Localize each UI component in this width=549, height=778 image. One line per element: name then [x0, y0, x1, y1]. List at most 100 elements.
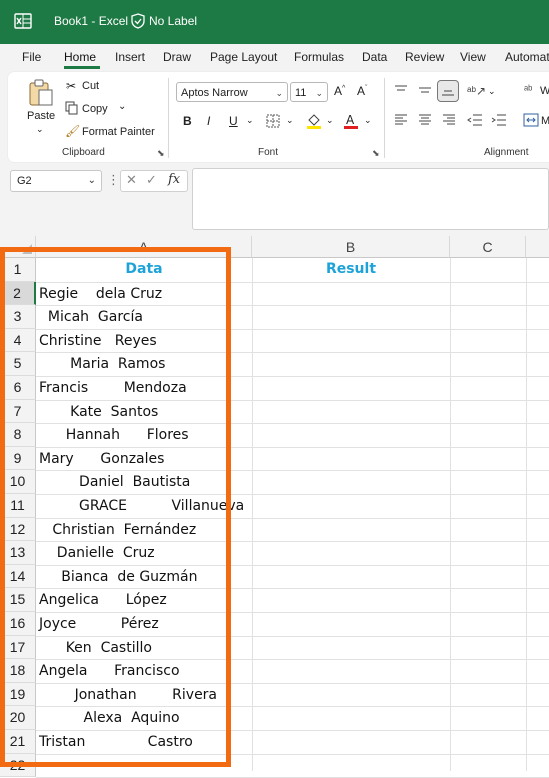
merge-center-button[interactable]: M: [541, 115, 549, 127]
align-center-icon[interactable]: [418, 114, 432, 126]
borders-icon[interactable]: [266, 114, 280, 128]
align-right-icon[interactable]: [442, 114, 456, 126]
cell-a[interactable]: Mary Gonzales: [39, 450, 164, 468]
paste-button[interactable]: Paste: [27, 110, 55, 122]
tab-review[interactable]: Review: [405, 50, 444, 64]
row-header[interactable]: 18: [0, 659, 36, 683]
cell-a[interactable]: Angelica López: [39, 591, 167, 609]
tab-draw[interactable]: Draw: [163, 50, 191, 64]
row-header[interactable]: 11: [0, 494, 36, 518]
row-header[interactable]: 12: [0, 517, 36, 542]
row-header[interactable]: 7: [0, 399, 36, 424]
formula-input[interactable]: [192, 168, 549, 230]
cell-a[interactable]: GRACE Villanueva: [39, 497, 244, 515]
tab-data[interactable]: Data: [362, 50, 387, 64]
wrap-text-icon[interactable]: ᵃᵇ: [524, 84, 532, 96]
header-result[interactable]: Result: [252, 261, 450, 277]
cell-a[interactable]: Francis Mendoza: [39, 379, 187, 397]
format-painter-icon[interactable]: 🖌: [65, 124, 80, 138]
cut-icon[interactable]: ✂: [66, 79, 76, 93]
enter-check-icon[interactable]: ✓: [146, 172, 157, 188]
row-header[interactable]: 16: [0, 612, 36, 636]
cell-a[interactable]: Micah García: [39, 308, 143, 326]
borders-chevron-icon[interactable]: ⌄: [286, 115, 294, 126]
cell-a[interactable]: Hannah Flores: [39, 426, 189, 444]
row-header[interactable]: 2: [0, 281, 36, 306]
header-data[interactable]: Data: [36, 261, 252, 277]
column-header-d[interactable]: [526, 236, 549, 258]
font-color-icon[interactable]: A: [343, 112, 359, 130]
cell-a[interactable]: Alexa Aquino: [39, 709, 180, 727]
row-header[interactable]: 3: [0, 305, 36, 329]
cut-button[interactable]: Cut: [82, 80, 99, 92]
wrap-text-button[interactable]: W: [540, 85, 549, 97]
tab-formulas[interactable]: Formulas: [294, 50, 344, 64]
formula-bar-more-icon[interactable]: ⋮: [107, 172, 120, 188]
copy-dropdown-chevron-icon[interactable]: ⌄: [118, 101, 126, 112]
row-header[interactable]: 19: [0, 682, 36, 707]
cell-a[interactable]: Kate Santos: [39, 403, 158, 421]
cell-a[interactable]: Jonathan Rivera: [39, 686, 217, 704]
format-painter-button[interactable]: Format Painter: [82, 126, 155, 138]
row-header[interactable]: 17: [0, 635, 36, 660]
copy-button[interactable]: Copy: [82, 103, 108, 115]
tab-file[interactable]: File: [22, 50, 41, 64]
align-top-icon[interactable]: [394, 84, 408, 96]
align-middle-icon[interactable]: [418, 84, 432, 96]
column-header-b[interactable]: B: [252, 236, 450, 258]
font-size-combo[interactable]: 11 ⌄: [290, 82, 328, 102]
underline-button[interactable]: U: [229, 114, 238, 128]
cancel-icon[interactable]: ✕: [126, 172, 137, 188]
paste-icon[interactable]: [26, 78, 56, 108]
cell-a[interactable]: Tristan Castro: [39, 733, 193, 751]
row-header[interactable]: 5: [0, 352, 36, 376]
cell-a[interactable]: Christine Reyes: [39, 332, 157, 350]
cell-a[interactable]: Maria Ramos: [39, 355, 165, 373]
cell-a[interactable]: Bianca de Guzmán: [39, 568, 197, 586]
row-header[interactable]: 4: [0, 328, 36, 353]
row-header[interactable]: 13: [0, 541, 36, 565]
fill-color-icon[interactable]: [306, 112, 322, 130]
cell-a[interactable]: Christian Fernández: [39, 521, 196, 539]
font-launcher-icon[interactable]: ⬊: [372, 148, 380, 159]
column-header-c[interactable]: C: [450, 236, 526, 258]
row-header[interactable]: 8: [0, 423, 36, 447]
tab-page-layout[interactable]: Page Layout: [210, 50, 277, 64]
align-bottom-button[interactable]: [437, 80, 459, 102]
font-color-chevron-icon[interactable]: ⌄: [364, 115, 372, 126]
merge-center-icon[interactable]: [523, 113, 539, 127]
row-header[interactable]: 1: [0, 258, 36, 282]
orientation-chevron-icon[interactable]: ⌄: [488, 86, 496, 97]
copy-icon[interactable]: [65, 101, 79, 115]
decrease-indent-icon[interactable]: [467, 114, 483, 126]
worksheet-grid[interactable]: A B C 1 2 Regie dela Cruz 3 Micah García 4 Ch…: [0, 236, 549, 778]
fill-color-chevron-icon[interactable]: ⌄: [326, 115, 334, 126]
row-header[interactable]: 21: [0, 730, 36, 754]
sensitivity-label[interactable]: No Label: [149, 14, 197, 28]
cell-a[interactable]: Ken Castillo: [39, 639, 152, 657]
bold-button[interactable]: B: [183, 114, 192, 128]
name-box[interactable]: G2 ⌄: [10, 170, 102, 192]
font-name-combo[interactable]: Aptos Narrow ⌄: [176, 82, 288, 102]
tab-insert[interactable]: Insert: [115, 50, 145, 64]
increase-font-size-icon[interactable]: A^: [334, 84, 345, 98]
row-header[interactable]: 10: [0, 470, 36, 494]
row-header[interactable]: 9: [0, 446, 36, 471]
row-header[interactable]: 22: [0, 753, 36, 778]
sensitivity-shield-icon[interactable]: [131, 13, 145, 29]
clipboard-launcher-icon[interactable]: ⬊: [157, 148, 165, 159]
decrease-font-size-icon[interactable]: Aˇ: [357, 84, 367, 98]
cell-a[interactable]: Danielle Cruz: [39, 544, 155, 562]
tab-home[interactable]: Home: [64, 50, 96, 64]
align-left-icon[interactable]: [394, 114, 408, 126]
orientation-icon[interactable]: ᵃᵇ↗: [467, 84, 486, 98]
insert-function-button[interactable]: fx: [168, 172, 180, 187]
row-header[interactable]: 14: [0, 564, 36, 589]
increase-indent-icon[interactable]: [491, 114, 507, 126]
tab-automate[interactable]: Automat: [505, 50, 549, 64]
cell-a[interactable]: Joyce Pérez: [39, 615, 159, 633]
row-header[interactable]: 20: [0, 706, 36, 730]
underline-chevron-icon[interactable]: ⌄: [246, 115, 254, 126]
cell-a[interactable]: Regie dela Cruz: [39, 285, 162, 303]
row-header[interactable]: 15: [0, 588, 36, 612]
